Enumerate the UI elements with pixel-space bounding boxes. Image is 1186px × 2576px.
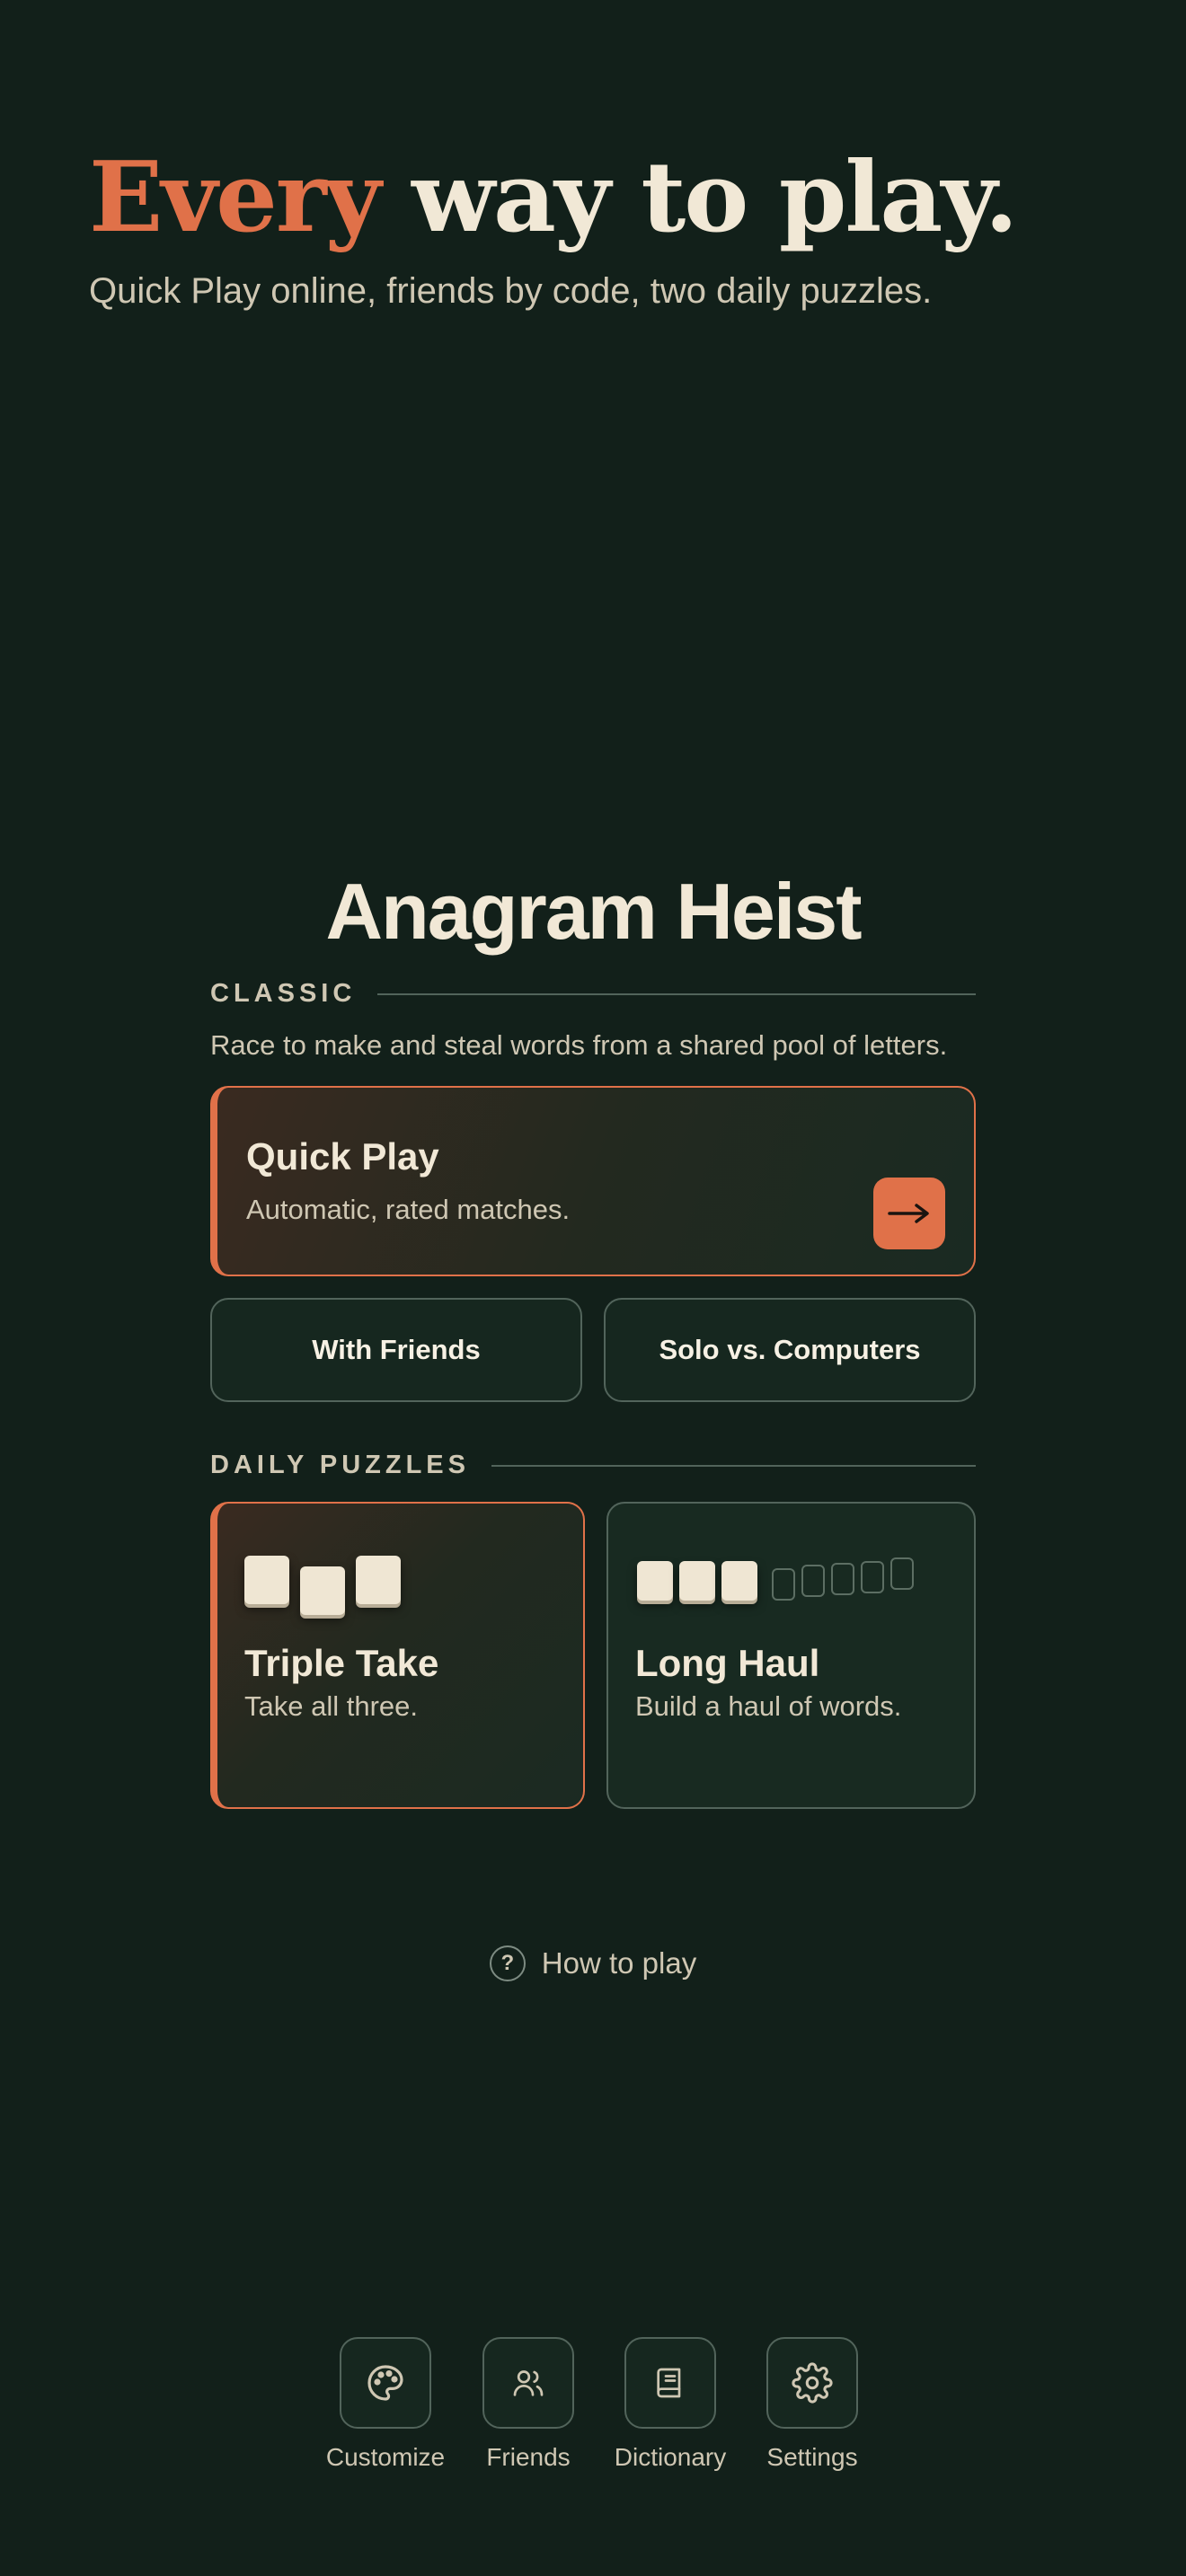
hero-subtitle: Quick Play online, friends by code, two … <box>89 271 933 311</box>
long-haul-tiles-icon <box>635 1556 974 1619</box>
quick-play-start-button[interactable] <box>873 1178 945 1249</box>
nav-dictionary-label: Dictionary <box>614 2443 727 2471</box>
letter-tile <box>356 1556 401 1604</box>
with-friends-button[interactable]: With Friends <box>210 1298 582 1402</box>
daily-puzzle-cards: Triple Take Take all three. Long Haul Bu… <box>210 1502 976 1809</box>
triple-take-title: Triple Take <box>244 1642 439 1684</box>
triple-take-tiles-icon <box>244 1556 583 1619</box>
letter-tile <box>637 1561 673 1601</box>
nav-friends-button[interactable] <box>482 2337 574 2429</box>
long-haul-card[interactable]: Long Haul Build a haul of words. <box>606 1502 976 1809</box>
app-title: Anagram Heist <box>325 867 862 956</box>
classic-mode-buttons: With Friends Solo vs. Computers <box>210 1298 976 1402</box>
empty-tile <box>831 1563 854 1595</box>
nav-friends-label: Friends <box>486 2443 571 2471</box>
nav-customize-label: Customize <box>325 2443 446 2471</box>
long-haul-subtitle: Build a haul of words. <box>635 1690 902 1722</box>
arrow-right-icon <box>888 1204 929 1223</box>
how-to-play-link[interactable]: ? How to play <box>0 1945 1186 1981</box>
daily-heading-label: DAILY PUZZLES <box>210 1451 470 1479</box>
empty-tile <box>861 1561 884 1593</box>
question-icon: ? <box>489 1945 526 1981</box>
nav-settings-button[interactable] <box>766 2337 858 2429</box>
daily-puzzles-heading: DAILY PUZZLES <box>210 1451 976 1480</box>
users-icon <box>513 2370 544 2396</box>
nav-settings-label: Settings <box>766 2443 858 2471</box>
palette-icon <box>367 2365 403 2401</box>
home-menu: Anagram Heist CLASSIC Race to make and s… <box>210 862 976 1809</box>
triple-take-card[interactable]: Triple Take Take all three. <box>210 1502 585 1809</box>
nav-dictionary-button[interactable] <box>624 2337 716 2429</box>
long-haul-title: Long Haul <box>635 1642 820 1684</box>
how-to-play-label: How to play <box>541 1946 697 1980</box>
letter-tile <box>244 1556 289 1604</box>
quick-play-title: Quick Play <box>246 1135 439 1178</box>
gear-icon <box>792 2362 833 2404</box>
classic-heading-label: CLASSIC <box>210 979 357 1008</box>
nav-customize[interactable]: Customize <box>314 2337 457 2472</box>
letter-tile <box>679 1561 715 1601</box>
empty-tile <box>801 1565 825 1597</box>
letter-tile <box>300 1566 345 1615</box>
triple-take-subtitle: Take all three. <box>244 1690 418 1722</box>
bottom-nav: Customize Friends Dictionary Settings <box>0 2337 1186 2481</box>
letter-tile <box>721 1561 757 1601</box>
hero-title-rest: way to play. <box>412 141 1018 254</box>
quick-play-card[interactable]: Quick Play Automatic, rated matches. <box>210 1086 976 1276</box>
empty-tile <box>890 1557 914 1590</box>
divider <box>377 992 976 995</box>
nav-settings[interactable]: Settings <box>740 2337 884 2472</box>
hero: Every way to play. Quick Play online, fr… <box>89 144 1113 314</box>
nav-dictionary[interactable]: Dictionary <box>598 2337 742 2472</box>
nav-friends[interactable]: Friends <box>456 2337 600 2472</box>
solo-vs-computers-button[interactable]: Solo vs. Computers <box>604 1298 976 1402</box>
classic-description: Race to make and steal words from a shar… <box>210 1029 948 1061</box>
quick-play-subtitle: Automatic, rated matches. <box>246 1194 571 1225</box>
divider <box>491 1464 976 1467</box>
hero-title: Every way to play. <box>89 144 1113 251</box>
hero-title-accent: Every <box>89 141 381 254</box>
classic-section-heading: CLASSIC <box>210 979 976 1009</box>
empty-tile <box>772 1568 795 1601</box>
book-icon <box>657 2368 681 2398</box>
nav-customize-button[interactable] <box>340 2337 431 2429</box>
